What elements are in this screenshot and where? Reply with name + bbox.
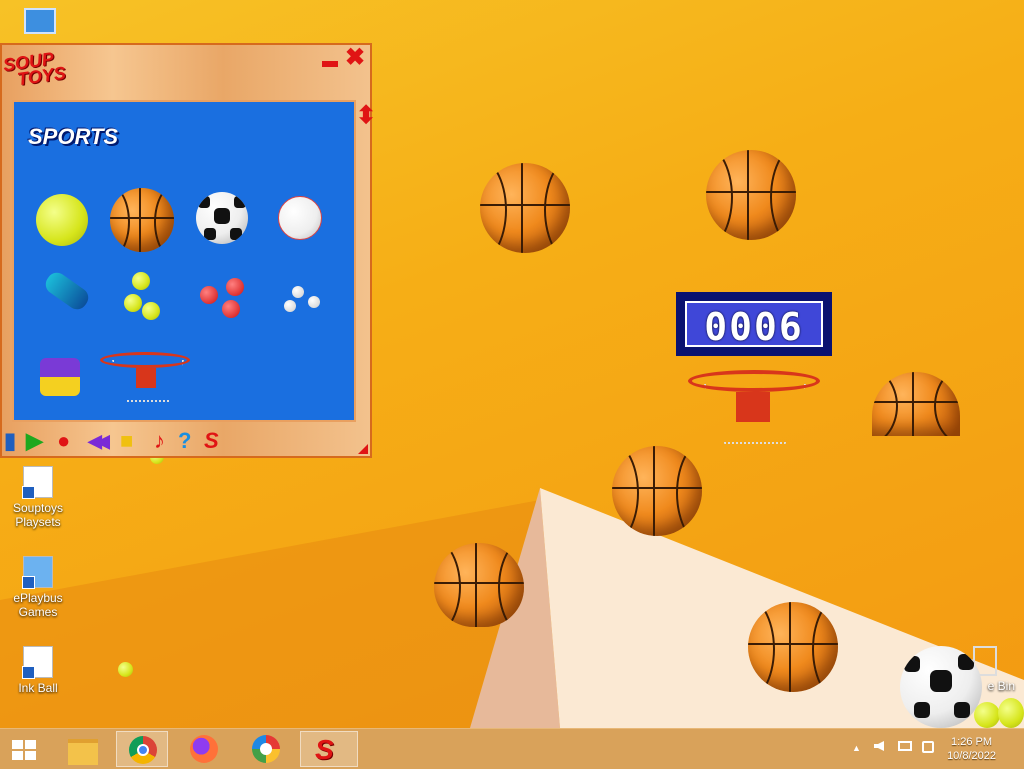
show-hidden-icons[interactable]: ▲ xyxy=(852,743,861,753)
tennis-ball-toy[interactable] xyxy=(998,698,1024,728)
category-title: SPORTS xyxy=(28,124,119,149)
shortcut-file-icon xyxy=(22,466,53,499)
taskbar-souptoys[interactable]: S xyxy=(300,731,358,767)
souptoys-s-icon[interactable]: S xyxy=(204,429,219,453)
scroll-arrows-icon[interactable]: ⬍ xyxy=(356,103,376,157)
taskbar-firefox[interactable] xyxy=(178,731,230,767)
taskbar-chrome[interactable] xyxy=(116,731,168,767)
ink-ball-icon xyxy=(22,646,53,679)
soccer-ball-icon[interactable] xyxy=(196,192,248,244)
hoop-net xyxy=(704,384,806,444)
basketball-toy[interactable] xyxy=(872,372,960,436)
souptoys-logo: SOUP TOYS xyxy=(1,48,67,90)
souptoys-window[interactable]: SOUP TOYS ✖ ⬍ SPORTS ▮ ▶ ● ◀◀ ■ ♪ ? S xyxy=(0,43,376,458)
taskbar: S ▲ 1:26 PM 10/8/2022 xyxy=(0,728,1024,769)
desktop-icon-label: Souptoys xyxy=(12,501,64,515)
souptoys-icon: S xyxy=(315,734,334,765)
firefox-icon xyxy=(190,735,218,763)
tennis-ball-icon[interactable] xyxy=(36,194,88,246)
tennis-ball-toy[interactable] xyxy=(974,702,1000,728)
basketball-icon[interactable] xyxy=(110,188,174,252)
clock-time: 1:26 PM xyxy=(951,736,993,748)
basketball-toy[interactable] xyxy=(706,150,796,240)
sneaker-icon[interactable] xyxy=(41,268,93,314)
toy-toolbar: ▮ ▶ ● ◀◀ ■ ♪ ? S xyxy=(2,429,232,455)
desktop-icon-souptoys-playsets[interactable]: Souptoys Playsets xyxy=(3,466,73,529)
tennis-ball-toy[interactable] xyxy=(118,662,133,677)
hoop-rim xyxy=(688,370,820,392)
action-center-icon[interactable] xyxy=(922,741,934,753)
system-clock[interactable]: 1:26 PM 10/8/2022 xyxy=(947,735,996,763)
close-button[interactable]: ✖ xyxy=(344,46,366,70)
desktop-icon-ink-ball[interactable]: Ink Ball xyxy=(3,646,73,695)
minimize-button[interactable] xyxy=(322,61,338,67)
resize-grip-icon[interactable] xyxy=(358,444,368,454)
baseball-icon[interactable] xyxy=(278,196,322,240)
play-icon[interactable]: ▶ xyxy=(26,429,43,453)
eplaybus-icon xyxy=(22,556,53,589)
info-icon[interactable]: ▮ xyxy=(4,429,16,453)
scoreboard: 0006 xyxy=(676,292,832,356)
start-button[interactable] xyxy=(0,731,52,767)
taskbar-file-explorer[interactable] xyxy=(58,731,110,767)
soccer-ball-toy[interactable] xyxy=(900,646,982,728)
lock-app-icon xyxy=(252,735,280,763)
basketball-toy[interactable] xyxy=(612,446,702,536)
desktop-icon-label: Ink Ball xyxy=(18,681,58,695)
desktop-icon-eplaybus-games[interactable]: ePlaybus Games xyxy=(3,556,73,619)
score-display: 0006 xyxy=(704,305,804,349)
clock-date: 10/8/2022 xyxy=(947,750,996,762)
music-icon[interactable]: ♪ xyxy=(154,429,165,453)
desktop-icon-label: ePlaybus xyxy=(13,591,63,605)
volume-muted-icon[interactable] xyxy=(874,741,884,751)
basketball-toy[interactable] xyxy=(748,602,838,692)
help-icon[interactable]: ? xyxy=(178,429,191,453)
stop-icon[interactable]: ● xyxy=(57,429,70,453)
desktop-icon-label: Playsets xyxy=(15,515,61,529)
folder-icon xyxy=(68,739,98,765)
windows-logo-icon xyxy=(12,740,36,760)
this-pc-icon[interactable] xyxy=(24,8,56,34)
taskbar-vpn-app[interactable] xyxy=(240,731,292,767)
network-icon[interactable] xyxy=(898,741,912,751)
chrome-icon xyxy=(129,736,157,764)
basketball-toy[interactable] xyxy=(480,163,570,253)
desktop-icon-label: Games xyxy=(18,605,58,619)
basketball-toy[interactable] xyxy=(434,543,524,627)
folder-icon[interactable]: ■ xyxy=(120,429,133,453)
roller-skate-icon[interactable] xyxy=(40,358,80,396)
toy-panel: SPORTS xyxy=(12,100,356,422)
desktop: Souptoys Playsets ePlaybus Games Ink Bal… xyxy=(0,0,1024,728)
rewind-icon[interactable]: ◀◀ xyxy=(88,429,110,453)
